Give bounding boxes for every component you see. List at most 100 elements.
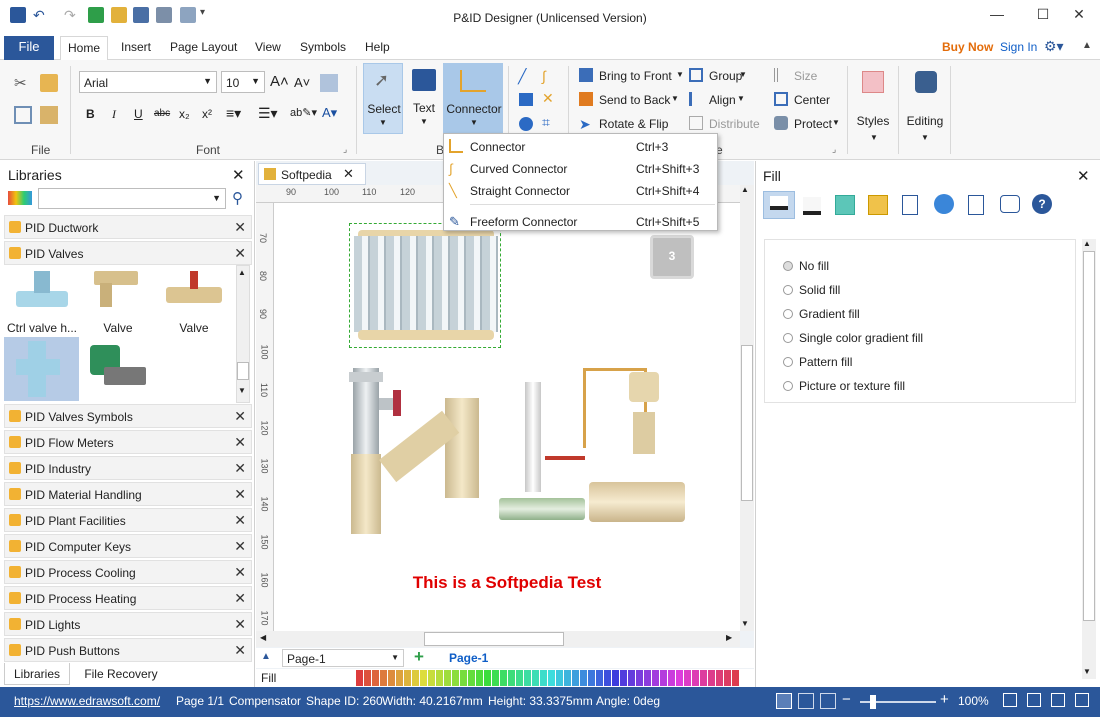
- size-button[interactable]: Size: [794, 69, 817, 83]
- library-item[interactable]: PID Plant Facilities ✕: [4, 508, 252, 532]
- drawing-page[interactable]: 3 This is a Softpedia Test: [274, 203, 740, 631]
- paste-icon[interactable]: [40, 106, 58, 124]
- color-swatch[interactable]: [556, 670, 563, 686]
- tab-libraries[interactable]: Libraries: [4, 663, 70, 685]
- close-icon[interactable]: ✕: [234, 512, 246, 529]
- library-item[interactable]: PID Industry ✕: [4, 456, 252, 480]
- help-icon[interactable]: ?: [1032, 194, 1052, 214]
- copy-icon[interactable]: [14, 106, 32, 124]
- page-tab-icon[interactable]: [902, 195, 918, 215]
- color-swatch[interactable]: [492, 670, 499, 686]
- thumb-ctrl-valve[interactable]: [16, 271, 68, 315]
- close-icon[interactable]: ✕: [234, 219, 246, 236]
- library-item[interactable]: PID Push Buttons ✕: [4, 638, 252, 662]
- menu-item-curved-connector[interactable]: ∫ Curved Connector Ctrl+Shift+3: [444, 157, 717, 179]
- color-swatch[interactable]: [460, 670, 467, 686]
- color-swatch[interactable]: [404, 670, 411, 686]
- library-search-input[interactable]: ▼: [38, 188, 226, 209]
- close-icon[interactable]: ✕: [234, 434, 246, 451]
- color-swatch[interactable]: [644, 670, 651, 686]
- web-view-icon[interactable]: [798, 693, 814, 709]
- center-button[interactable]: Center: [794, 93, 830, 107]
- color-swatch[interactable]: [732, 670, 739, 686]
- close-libraries-icon[interactable]: ✕: [232, 166, 245, 184]
- thumb-valve-1[interactable]: [94, 271, 138, 315]
- color-swatch[interactable]: [676, 670, 683, 686]
- color-swatch[interactable]: [580, 670, 587, 686]
- sign-in-link[interactable]: Sign In: [1000, 40, 1037, 54]
- search-icon[interactable]: ⚲: [232, 189, 243, 207]
- radio-gradient-fill[interactable]: [783, 309, 793, 319]
- compensator-shape[interactable]: [349, 223, 501, 348]
- color-swatch[interactable]: [420, 670, 427, 686]
- zoom-slider[interactable]: [860, 695, 936, 709]
- align-button[interactable]: Align: [709, 93, 736, 107]
- canvas-vertical-scrollbar[interactable]: ▲ ▼: [740, 185, 754, 631]
- color-swatch[interactable]: [620, 670, 627, 686]
- line-tool-icon[interactable]: ╱: [518, 68, 526, 85]
- tab-home[interactable]: Home: [60, 36, 109, 61]
- minimize-button[interactable]: —: [982, 6, 1012, 22]
- page-tab[interactable]: Page-1: [449, 651, 488, 665]
- library-item[interactable]: PID Valves Symbols ✕: [4, 404, 252, 428]
- comment-tab-icon[interactable]: [1000, 195, 1020, 213]
- color-swatch[interactable]: [356, 670, 363, 686]
- color-swatch[interactable]: [716, 670, 723, 686]
- arrange-dialog-launcher-icon[interactable]: ⌟: [832, 144, 836, 155]
- color-swatch[interactable]: [668, 670, 675, 686]
- italic-icon[interactable]: I: [112, 107, 116, 122]
- styles-button[interactable]: Styles ▼: [852, 63, 894, 148]
- text-button[interactable]: Text ▼: [405, 63, 443, 134]
- color-swatch[interactable]: [524, 670, 531, 686]
- close-window-button[interactable]: ✕: [1064, 6, 1094, 23]
- tab-file-recovery[interactable]: File Recovery: [76, 663, 166, 685]
- color-swatch[interactable]: [596, 670, 603, 686]
- font-color-icon[interactable]: A▾: [322, 105, 337, 121]
- ellipse-tool-icon[interactable]: [519, 117, 533, 131]
- format-painter-icon[interactable]: [40, 74, 58, 92]
- color-swatch[interactable]: [444, 670, 451, 686]
- file-menu-button[interactable]: File: [4, 36, 54, 60]
- color-swatch[interactable]: [684, 670, 691, 686]
- protect-button[interactable]: Protect: [794, 117, 832, 131]
- image-tab-icon[interactable]: [868, 195, 888, 215]
- color-swatch[interactable]: [396, 670, 403, 686]
- color-swatch[interactable]: [636, 670, 643, 686]
- control-valve-shape[interactable]: [499, 368, 689, 538]
- close-icon[interactable]: ✕: [234, 616, 246, 633]
- close-tab-icon[interactable]: ✕: [343, 166, 354, 182]
- color-swatch[interactable]: [364, 670, 371, 686]
- rotate-flip-button[interactable]: Rotate & Flip: [599, 117, 668, 131]
- font-name-select[interactable]: Arial ▼: [79, 71, 217, 93]
- hyperlink-tab-icon[interactable]: [934, 194, 954, 214]
- color-swatch[interactable]: [612, 670, 619, 686]
- color-swatch[interactable]: [468, 670, 475, 686]
- close-icon[interactable]: ✕: [234, 408, 246, 425]
- color-swatch[interactable]: [516, 670, 523, 686]
- color-swatch[interactable]: [692, 670, 699, 686]
- library-item[interactable]: PID Valves ✕: [4, 241, 252, 265]
- library-item[interactable]: PID Flow Meters ✕: [4, 430, 252, 454]
- palette-swatches[interactable]: [356, 670, 742, 686]
- bold-icon[interactable]: B: [86, 107, 95, 121]
- maximize-button[interactable]: ☐: [1028, 6, 1058, 23]
- fit-page-icon[interactable]: [1003, 693, 1017, 707]
- settings-gear-icon[interactable]: ⚙▾: [1044, 38, 1064, 55]
- clear-format-icon[interactable]: [320, 74, 338, 92]
- font-dialog-launcher-icon[interactable]: ⌟: [343, 144, 347, 155]
- curve-tool-icon[interactable]: ∫: [542, 68, 546, 84]
- underline-icon[interactable]: U: [134, 107, 143, 121]
- cut-icon[interactable]: ✂: [14, 74, 32, 92]
- website-link[interactable]: https://www.edrawsoft.com/: [14, 694, 160, 708]
- close-icon[interactable]: ✕: [234, 642, 246, 659]
- color-swatch[interactable]: [588, 670, 595, 686]
- close-icon[interactable]: ✕: [234, 460, 246, 477]
- color-swatch[interactable]: [660, 670, 667, 686]
- fit-width-icon[interactable]: [1027, 693, 1041, 707]
- zoom-out-icon[interactable]: −: [842, 691, 851, 708]
- close-fill-panel-icon[interactable]: ✕: [1077, 167, 1090, 185]
- tab-insert[interactable]: Insert: [121, 40, 151, 54]
- library-item[interactable]: PID Lights ✕: [4, 612, 252, 636]
- bullets-icon[interactable]: ☰▾: [258, 105, 278, 122]
- radio-picture-fill[interactable]: [783, 381, 793, 391]
